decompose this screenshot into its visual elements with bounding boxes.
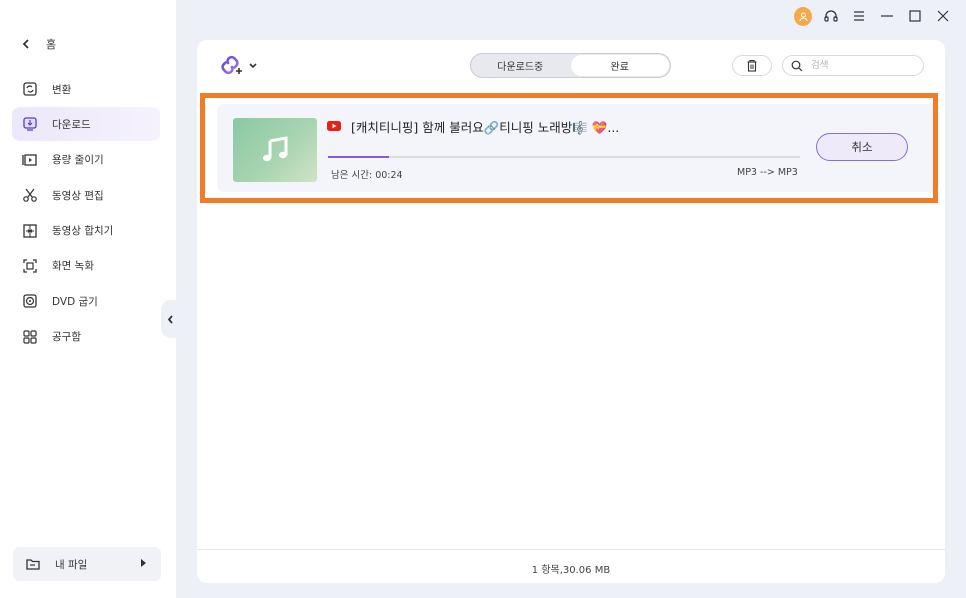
sidebar-item-label: 동영상 합치기 — [52, 225, 114, 238]
triangle-right-icon — [141, 559, 146, 567]
sidebar-item-dvd-burn[interactable]: DVD 굽기 — [12, 284, 160, 318]
window-controls — [794, 5, 952, 27]
collapse-sidebar-button[interactable] — [161, 300, 179, 338]
sidebar-item-toolbox[interactable]: 공구함 — [12, 320, 160, 354]
search-box — [782, 55, 924, 76]
toolbox-icon — [22, 329, 38, 345]
screen-record-icon — [22, 258, 38, 274]
trash-icon — [747, 59, 757, 72]
chevron-down-icon — [249, 63, 257, 69]
tab-completed[interactable]: 완료 — [570, 55, 669, 76]
scissors-icon — [22, 187, 38, 203]
support-button[interactable] — [822, 7, 840, 25]
headset-icon — [824, 10, 838, 22]
my-files-label: 내 파일 — [55, 558, 88, 571]
maximize-button[interactable] — [906, 7, 924, 25]
maximize-icon — [909, 10, 921, 22]
user-avatar-icon — [794, 6, 812, 26]
sidebar-item-screen-record[interactable]: 화면 녹화 — [12, 249, 160, 283]
download-status-tabs: 다운로드중 완료 — [470, 53, 671, 78]
download-icon — [22, 116, 38, 132]
search-icon — [791, 60, 803, 71]
sidebar-item-label: 다운로드 — [52, 118, 91, 131]
sidebar-item-convert[interactable]: 변환 — [12, 72, 160, 106]
sidebar-item-label: 동영상 편집 — [52, 189, 104, 202]
menu-button[interactable] — [850, 7, 868, 25]
search-input[interactable] — [811, 60, 911, 71]
sidebar-item-label: 공구함 — [52, 331, 81, 344]
close-button[interactable] — [934, 7, 952, 25]
sidebar-item-label: 용량 줄이기 — [52, 154, 104, 167]
sidebar-item-download[interactable]: 다운로드 — [12, 107, 160, 142]
compress-icon — [22, 152, 38, 168]
my-files-button[interactable]: 내 파일 — [13, 547, 161, 581]
back-to-home[interactable]: 홈 — [22, 34, 56, 54]
sidebar-item-label: 화면 녹화 — [52, 260, 94, 273]
folder-icon — [25, 556, 41, 572]
sidebar-item-label: DVD 굽기 — [52, 295, 98, 308]
tab-downloading[interactable]: 다운로드중 — [471, 54, 570, 77]
chevron-left-icon — [167, 314, 173, 324]
disc-icon — [22, 293, 38, 309]
minimize-button[interactable] — [878, 7, 896, 25]
sidebar-item-label: 변환 — [52, 83, 72, 96]
footer-summary: 1 항목,30.06 MB — [531, 565, 611, 576]
hamburger-menu-icon — [854, 11, 864, 21]
add-url-button[interactable] — [219, 54, 261, 78]
content-panel: 다운로드중 완료 [캐치티니핑] 함께 불러요🔗티니핑 노래방🎼 💝... 남은… — [197, 40, 945, 583]
merge-icon — [22, 223, 38, 239]
minimize-icon — [881, 15, 893, 17]
delete-button[interactable] — [732, 55, 772, 76]
home-label: 홈 — [46, 38, 57, 51]
sidebar-item-video-merge[interactable]: 동영상 합치기 — [12, 214, 160, 248]
account-button[interactable] — [794, 6, 812, 26]
highlight-box — [200, 93, 938, 203]
convert-icon — [22, 81, 38, 97]
chevron-left-icon — [22, 39, 29, 49]
add-link-icon — [221, 55, 242, 75]
sidebar: 홈 변환 다운로드 용량 줄이기 동영상 편집 동영상 합치기 화면 녹화 DV… — [0, 0, 176, 598]
footer-divider — [197, 549, 945, 550]
sidebar-item-video-edit[interactable]: 동영상 편집 — [12, 178, 160, 212]
sidebar-item-compress[interactable]: 용량 줄이기 — [12, 143, 160, 177]
close-icon — [937, 10, 949, 22]
sidebar-nav: 변환 다운로드 용량 줄이기 동영상 편집 동영상 합치기 화면 녹화 DVD … — [12, 72, 160, 355]
